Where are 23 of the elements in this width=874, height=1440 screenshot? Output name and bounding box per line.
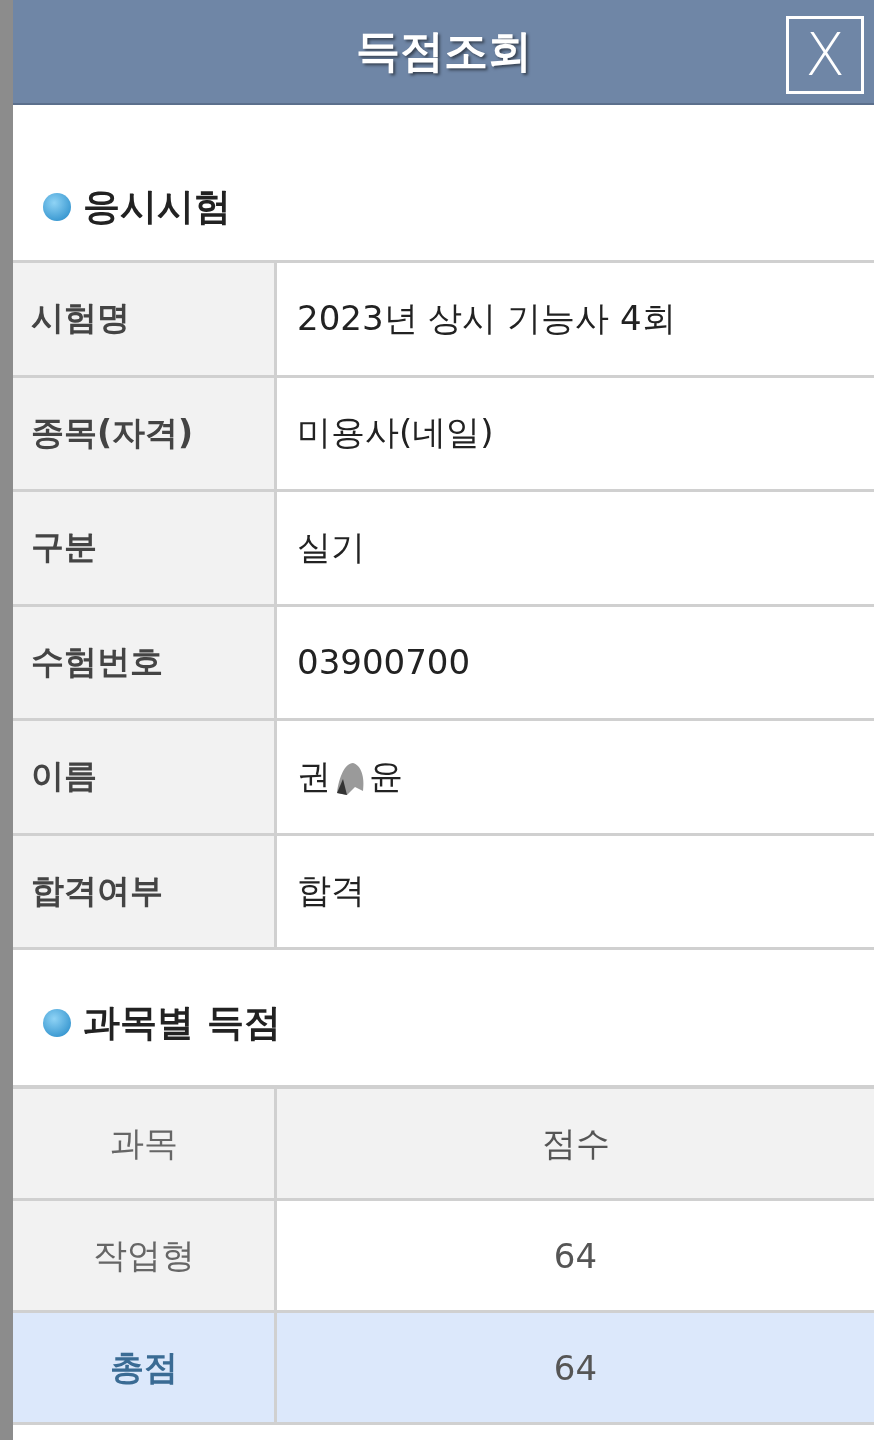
- section-heading: 과목별 득점: [83, 999, 281, 1046]
- field-value: 합격: [277, 835, 874, 950]
- field-label: 종목(자격): [13, 377, 277, 492]
- bullet-icon: [43, 193, 71, 221]
- field-value: 미용사(네일): [277, 377, 874, 492]
- table-cell: 작업형: [13, 1201, 277, 1313]
- column-header: 점수: [277, 1089, 874, 1201]
- field-label: 합격여부: [13, 835, 277, 950]
- field-value: 권 윤: [277, 721, 874, 836]
- field-label: 시험명: [13, 263, 277, 378]
- field-value: 실기: [277, 492, 874, 607]
- section-heading: 응시시험: [83, 184, 231, 230]
- field-label: 이름: [13, 721, 277, 836]
- field-value: 03900700: [277, 606, 874, 721]
- field-label: 구분: [13, 492, 277, 607]
- table-cell: 64: [277, 1313, 874, 1425]
- close-button[interactable]: X: [786, 16, 864, 94]
- column-header: 과목: [13, 1089, 277, 1201]
- table-cell: 총점: [13, 1313, 277, 1425]
- bullet-icon: [43, 1008, 71, 1037]
- field-label: 수험번호: [13, 606, 277, 721]
- window-title: 득점조회: [355, 24, 532, 78]
- field-value: 2023년 상시 기능사 4회: [277, 263, 874, 378]
